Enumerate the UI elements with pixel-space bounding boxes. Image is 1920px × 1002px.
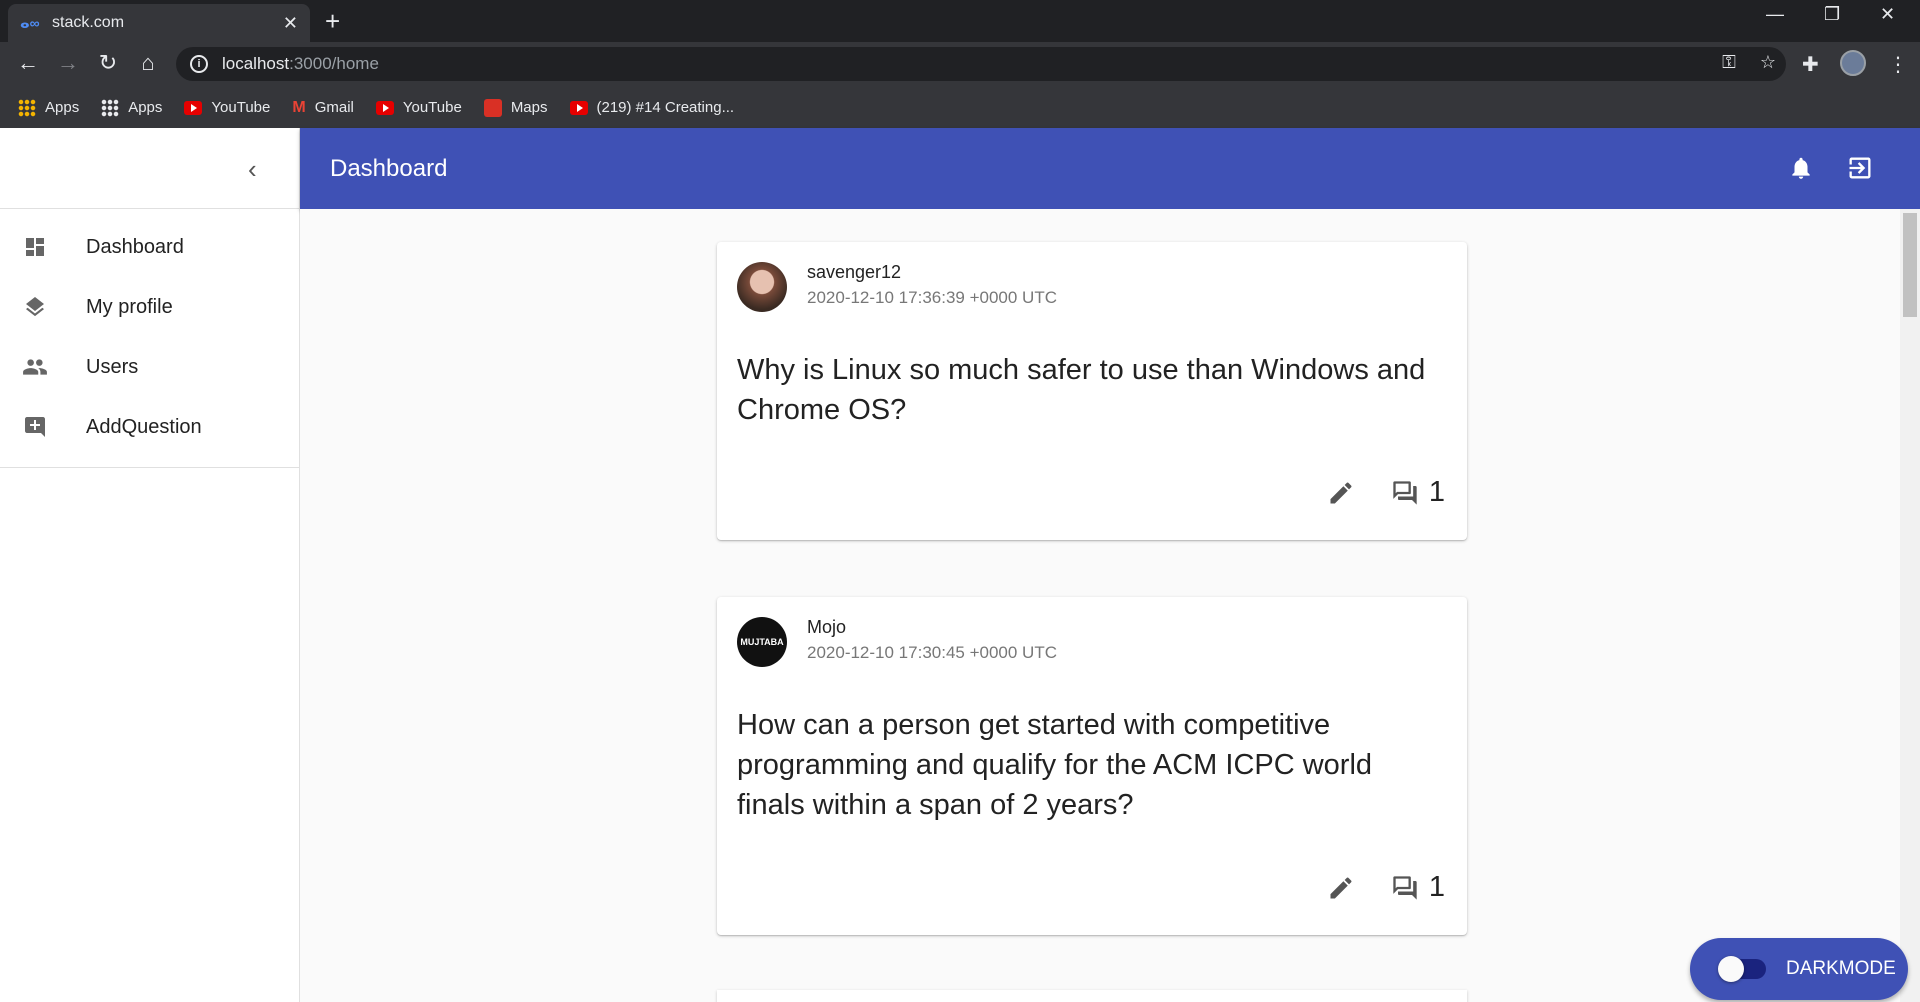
people-icon	[22, 354, 48, 380]
post-date: 2020-12-10 17:36:39 +0000 UTC	[807, 288, 1057, 307]
avatar: MUJTABA	[737, 617, 787, 667]
post-username[interactable]: Mojo	[807, 617, 846, 638]
google-apps-icon	[18, 98, 36, 117]
reload-icon[interactable]: ↻	[94, 50, 122, 76]
sidebar-item-my-profile[interactable]: My profile	[0, 277, 299, 337]
forward-icon[interactable]: →	[54, 50, 82, 76]
darkmode-label: DARKMODE	[1786, 958, 1896, 979]
post-actions: 1	[1327, 871, 1445, 904]
chrome-menu-icon[interactable]: ⋮	[1888, 52, 1908, 77]
sidebar-item-addquestion[interactable]: AddQuestion	[0, 397, 299, 457]
comment-count: 1	[1428, 871, 1445, 903]
notifications-bell-icon[interactable]	[1788, 154, 1814, 182]
sidebar-item-label: Users	[86, 355, 139, 378]
url-path: :3000/home	[289, 54, 379, 73]
maps-icon	[483, 98, 502, 117]
url-host: localhost	[222, 54, 290, 73]
password-key-icon[interactable]: ⚿	[1722, 52, 1736, 73]
bookmark-label: Maps	[510, 99, 548, 116]
bookmark-label: YouTube	[211, 99, 271, 116]
browser-toolbar: ← → ↻ ⌂ i localhost:3000/home ⚿ ☆ ✚ ⋮	[0, 42, 1920, 87]
question-card: savenger12 2020-12-10 17:36:39 +0000 UTC…	[717, 242, 1467, 540]
bookmark-maps[interactable]: Maps	[483, 98, 548, 117]
comment-count: 1	[1428, 476, 1445, 508]
sidebar-header: ‹	[0, 128, 299, 209]
minimize-icon[interactable]: —	[1766, 4, 1784, 25]
scrollbar-thumb[interactable]	[1903, 213, 1917, 317]
back-icon[interactable]: ←	[14, 50, 42, 76]
browser-profile-avatar[interactable]	[1840, 50, 1866, 76]
page-title: Dashboard	[330, 155, 448, 182]
youtube-icon	[184, 100, 203, 115]
layers-icon	[22, 294, 48, 320]
bookmark-label: Apps	[45, 99, 80, 116]
toggle-knob	[1718, 956, 1744, 982]
avatar	[737, 262, 787, 312]
sidebar-item-label: Dashboard	[86, 235, 184, 258]
post-date: 2020-12-10 17:30:45 +0000 UTC	[807, 643, 1057, 662]
window-close-icon[interactable]: ✕	[1880, 4, 1895, 25]
bookmark-label: (219) #14 Creating...	[596, 99, 735, 116]
forum-icon	[1391, 479, 1419, 507]
bookmark-video[interactable]: (219) #14 Creating...	[569, 99, 735, 116]
forum-icon	[1391, 874, 1419, 902]
darkmode-toggle[interactable]: DARKMODE	[1690, 938, 1908, 1000]
youtube-icon	[569, 100, 588, 115]
sidebar-nav: Dashboard My profile Users AddQuestion	[0, 209, 299, 468]
bookmark-youtube-2[interactable]: YouTube	[375, 99, 462, 116]
gmail-icon: M	[292, 98, 306, 116]
extensions-icon[interactable]: ✚	[1802, 52, 1819, 77]
question-card: MUJTABA Mojo 2020-12-10 17:30:45 +0000 U…	[717, 597, 1467, 935]
sidebar-item-label: My profile	[86, 295, 173, 318]
post-question[interactable]: How can a person get started with compet…	[737, 705, 1437, 825]
bookmark-apps[interactable]: Apps	[18, 98, 80, 117]
comments-button[interactable]: 1	[1391, 476, 1445, 509]
browser-tabstrip: ⴰ∞ stack.com ✕ + — ❐ ✕	[0, 0, 1920, 42]
bookmarks-bar: Apps Apps YouTube M Gmail YouTube Maps (…	[0, 87, 1920, 128]
sidebar-item-users[interactable]: Users	[0, 337, 299, 397]
add-comment-icon	[22, 414, 48, 440]
logout-icon[interactable]	[1846, 154, 1874, 182]
new-tab-button[interactable]: +	[325, 6, 340, 37]
bookmark-label: Apps	[128, 99, 163, 116]
edit-pencil-icon[interactable]	[1327, 479, 1355, 507]
apps-grid-icon	[101, 98, 120, 117]
main-content: savenger12 2020-12-10 17:36:39 +0000 UTC…	[300, 209, 1900, 1002]
youtube-icon	[375, 100, 394, 115]
edit-pencil-icon[interactable]	[1327, 874, 1355, 902]
tab-close-icon[interactable]: ✕	[283, 13, 298, 34]
tab-title: stack.com	[52, 14, 125, 31]
dashboard-icon	[22, 234, 48, 260]
comments-button[interactable]: 1	[1391, 871, 1445, 904]
home-icon[interactable]: ⌂	[134, 50, 162, 76]
bookmark-youtube[interactable]: YouTube	[184, 99, 270, 116]
post-username[interactable]: savenger12	[807, 262, 901, 283]
bookmark-gmail[interactable]: M Gmail	[292, 99, 354, 117]
bookmark-label: YouTube	[402, 99, 462, 116]
address-bar[interactable]: i localhost:3000/home ⚿ ☆	[176, 47, 1786, 81]
sidebar-item-label: AddQuestion	[86, 415, 202, 438]
app-bar: Dashboard	[300, 128, 1920, 209]
bookmark-star-icon[interactable]: ☆	[1760, 52, 1776, 73]
bookmark-apps-2[interactable]: Apps	[101, 98, 163, 117]
question-card-partial	[717, 990, 1467, 1002]
toggle-switch[interactable]	[1718, 956, 1766, 982]
bookmark-label: Gmail	[314, 99, 354, 116]
post-actions: 1	[1327, 476, 1445, 509]
chevron-left-icon[interactable]: ‹	[248, 154, 257, 185]
scrollbar[interactable]	[1900, 209, 1920, 1002]
avatar-text: MUJTABA	[740, 637, 784, 647]
sidebar: ‹ Dashboard My profile Users AddQuestion	[0, 128, 300, 1002]
site-info-icon[interactable]: i	[190, 55, 208, 73]
site-favicon-icon: ⴰ∞	[20, 15, 40, 31]
browser-tab[interactable]: ⴰ∞ stack.com ✕	[8, 4, 310, 42]
restore-icon[interactable]: ❐	[1824, 4, 1840, 25]
post-question[interactable]: Why is Linux so much safer to use than W…	[737, 350, 1437, 430]
sidebar-item-dashboard[interactable]: Dashboard	[0, 217, 299, 277]
